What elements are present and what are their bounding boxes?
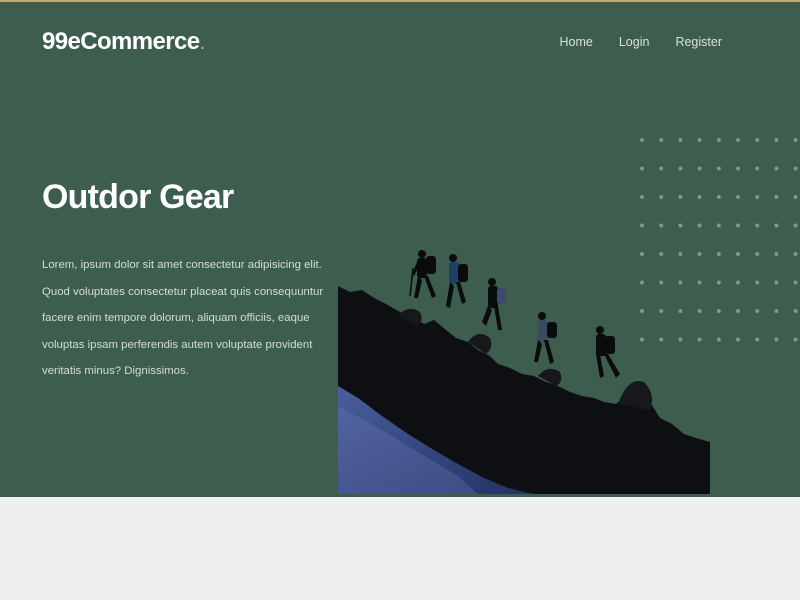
grid-dot bbox=[659, 223, 664, 228]
hero-image-hikers bbox=[338, 246, 710, 494]
grid-dot bbox=[774, 166, 779, 171]
brand-name: 99eCommerce bbox=[42, 28, 200, 55]
grid-dot bbox=[678, 223, 683, 228]
grid-dot bbox=[755, 223, 760, 228]
grid-dot bbox=[736, 280, 740, 285]
grid-dot bbox=[793, 252, 798, 256]
nav-link-home[interactable]: Home bbox=[560, 35, 593, 49]
grid-dot bbox=[774, 252, 779, 256]
grid-dot bbox=[774, 337, 779, 342]
grid-dot bbox=[640, 223, 644, 228]
grid-dot bbox=[640, 195, 644, 199]
grid-dot bbox=[736, 195, 740, 199]
grid-dot bbox=[716, 138, 721, 142]
grid-dot bbox=[793, 280, 798, 285]
grid-dot bbox=[793, 195, 798, 199]
hero-description: Lorem, ipsum dolor sit amet consectetur … bbox=[42, 259, 324, 377]
grid-dot bbox=[793, 337, 798, 342]
grid-dot bbox=[678, 195, 683, 199]
grid-dot bbox=[755, 138, 760, 142]
grid-dot bbox=[774, 309, 779, 313]
grid-dot bbox=[716, 337, 721, 342]
grid-dot bbox=[716, 252, 721, 256]
grid-dot bbox=[755, 337, 760, 342]
grid-dot bbox=[678, 166, 683, 171]
grid-dot bbox=[716, 195, 721, 199]
grid-dot bbox=[697, 138, 702, 142]
grid-dot bbox=[659, 195, 664, 199]
grid-dot bbox=[640, 138, 644, 142]
page-lower-area bbox=[0, 497, 800, 600]
grid-dot bbox=[755, 195, 760, 199]
grid-dot bbox=[736, 166, 740, 171]
brand-dot: . bbox=[200, 36, 205, 52]
hero-section: 99eCommerce. Home Login Register Outdor … bbox=[0, 2, 800, 497]
grid-dot bbox=[736, 223, 740, 228]
nav-link-register[interactable]: Register bbox=[675, 35, 722, 49]
grid-dot bbox=[793, 166, 798, 171]
grid-dot bbox=[774, 223, 779, 228]
grid-dot bbox=[640, 166, 644, 171]
brand-logo[interactable]: 99eCommerce. bbox=[42, 28, 204, 56]
grid-dot bbox=[678, 138, 683, 142]
grid-dot bbox=[774, 138, 779, 142]
navbar: 99eCommerce. Home Login Register bbox=[0, 2, 800, 82]
grid-dot bbox=[716, 223, 721, 228]
grid-dot bbox=[659, 138, 664, 142]
grid-dot bbox=[697, 195, 702, 199]
grid-dot bbox=[755, 166, 760, 171]
grid-dot bbox=[697, 223, 702, 228]
grid-dot bbox=[736, 138, 740, 142]
grid-dot bbox=[716, 280, 721, 285]
grid-dot bbox=[736, 337, 740, 342]
nav-link-login[interactable]: Login bbox=[619, 35, 650, 49]
nav-links: Home Login Register bbox=[560, 35, 722, 49]
grid-dot bbox=[755, 309, 760, 313]
grid-dot bbox=[659, 166, 664, 171]
grid-dot bbox=[755, 280, 760, 285]
grid-dot bbox=[755, 252, 760, 256]
grid-dot bbox=[716, 166, 721, 171]
grid-dot bbox=[736, 252, 740, 256]
grid-dot bbox=[736, 309, 740, 313]
grid-dot bbox=[716, 309, 721, 313]
grid-dot bbox=[774, 280, 779, 285]
grid-dot bbox=[793, 223, 798, 228]
grid-dot bbox=[793, 138, 798, 142]
hero-title: Outdor Gear bbox=[42, 178, 234, 216]
grid-dot bbox=[697, 166, 702, 171]
grid-dot bbox=[793, 309, 798, 313]
grid-dot bbox=[774, 195, 779, 199]
